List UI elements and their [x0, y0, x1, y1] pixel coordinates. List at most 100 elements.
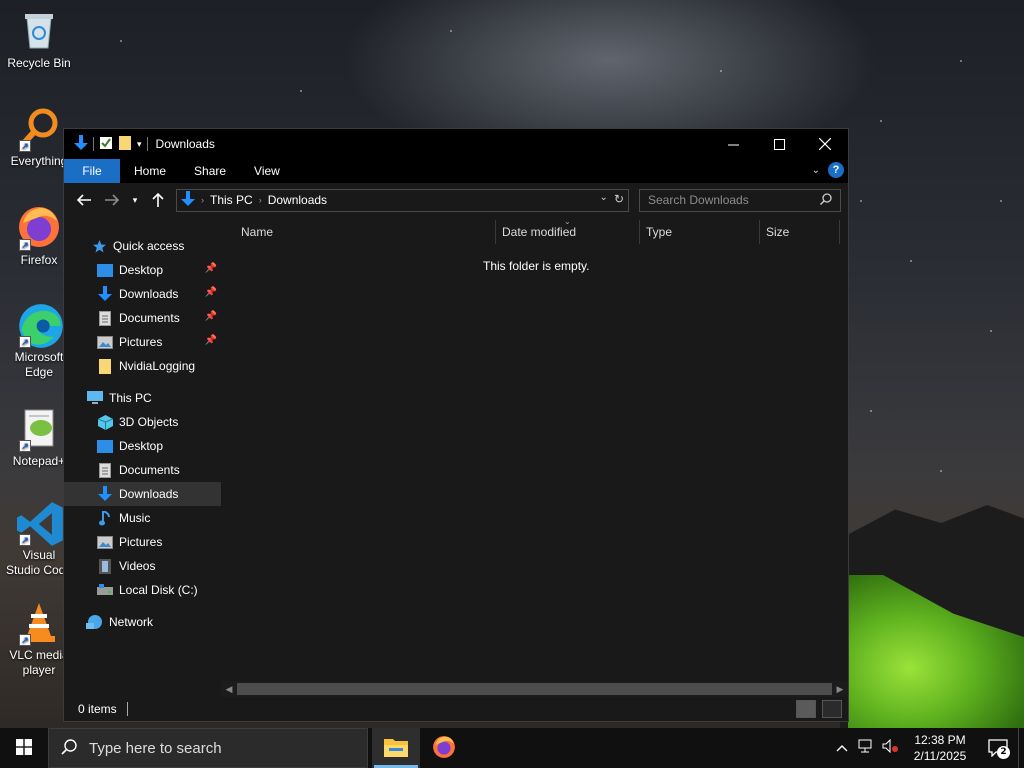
clock-time: 12:38 PM: [914, 733, 966, 747]
breadcrumb-downloads[interactable]: Downloads: [268, 193, 327, 207]
details-view-button[interactable]: [796, 700, 816, 718]
tab-view[interactable]: View: [240, 159, 294, 183]
nav-network[interactable]: Network: [64, 610, 221, 634]
large-icons-view-button[interactable]: [822, 700, 842, 718]
notification-count: 2: [997, 746, 1010, 759]
back-button[interactable]: [72, 188, 96, 212]
scrollbar-thumb[interactable]: [237, 683, 832, 695]
ribbon-tabs: File Home Share View ⌄ ?: [64, 159, 848, 183]
maximize-button[interactable]: [756, 129, 802, 159]
up-button[interactable]: [146, 188, 170, 212]
properties-icon[interactable]: [99, 136, 113, 153]
item-count: 0 items: [78, 702, 117, 716]
vscode-icon: ↗: [17, 500, 63, 546]
tab-file[interactable]: File: [64, 159, 120, 183]
nav-quick-desktop[interactable]: Desktop 📌: [64, 258, 221, 282]
horizontal-scrollbar[interactable]: ◀ ▶: [221, 681, 848, 697]
breadcrumb-this-pc[interactable]: This PC: [210, 193, 253, 207]
title-bar[interactable]: ▾ Downloads: [64, 129, 848, 159]
search-input[interactable]: [648, 193, 818, 207]
volume-muted-icon[interactable]: [878, 738, 902, 757]
nav-this-pc[interactable]: This PC: [64, 386, 221, 410]
desktop-icon: [96, 262, 114, 278]
column-header-type[interactable]: Type: [640, 220, 760, 244]
nav-local-disk[interactable]: Local Disk (C:): [64, 578, 221, 602]
recent-locations-chevron-icon[interactable]: ▾: [128, 188, 142, 212]
address-bar[interactable]: › This PC › Downloads ⌄ ↻: [176, 188, 629, 212]
scroll-right-icon[interactable]: ▶: [832, 684, 848, 695]
nav-pc-documents[interactable]: Documents: [64, 458, 221, 482]
scroll-left-icon[interactable]: ◀: [221, 684, 237, 695]
clock[interactable]: 12:38 PM 2/11/2025: [902, 732, 978, 764]
nav-quick-access[interactable]: Quick access: [64, 234, 221, 258]
nav-pc-music[interactable]: Music: [64, 506, 221, 530]
pin-icon: 📌: [204, 263, 217, 274]
close-button[interactable]: [802, 129, 848, 159]
network-status-icon[interactable]: [854, 739, 878, 757]
system-tray: 12:38 PM 2/11/2025 2: [830, 728, 1024, 768]
refresh-icon[interactable]: ↻: [614, 192, 624, 206]
help-icon[interactable]: ?: [828, 162, 844, 178]
magnifier-icon: ↗: [17, 106, 61, 152]
music-note-icon: [96, 510, 114, 526]
quick-access-toolbar: ▾: [64, 134, 148, 154]
taskbar: Type here to search 12:38 PM 2/11/2025 2: [0, 728, 1024, 768]
desktop-icon-recycle-bin[interactable]: Recycle Bin: [0, 8, 78, 71]
pin-icon: 📌: [204, 311, 217, 322]
new-folder-icon[interactable]: [118, 135, 132, 154]
search-icon: [820, 192, 832, 208]
film-icon: [96, 558, 114, 574]
download-arrow-icon: [96, 286, 114, 302]
breadcrumb-separator-icon: ›: [201, 195, 204, 205]
taskbar-search-box[interactable]: Type here to search: [48, 728, 368, 768]
column-headers: Name ⌄ Date modified Type Size: [221, 217, 848, 247]
file-explorer-window: ▾ Downloads File Home Share View ⌄ ? ▾ ›…: [63, 128, 849, 722]
customize-qat-icon[interactable]: ▾: [137, 139, 142, 150]
pin-icon: 📌: [204, 287, 217, 298]
status-bar: 0 items: [64, 697, 848, 721]
nav-quick-downloads[interactable]: Downloads 📌: [64, 282, 221, 306]
download-arrow-icon: [74, 134, 88, 154]
pictures-icon: [96, 534, 114, 550]
notepad-icon: ↗: [17, 406, 61, 452]
column-header-size[interactable]: Size: [760, 220, 840, 244]
search-icon: [61, 738, 77, 758]
computer-icon: [86, 390, 104, 406]
desktop-icon: [96, 438, 114, 454]
show-hidden-icons-chevron-icon[interactable]: [830, 741, 854, 756]
windows-logo-icon: [16, 738, 32, 758]
taskbar-firefox[interactable]: [420, 728, 468, 768]
tab-share[interactable]: Share: [180, 159, 240, 183]
folder-icon: [96, 358, 114, 374]
folder-icon: [384, 737, 408, 760]
tab-home[interactable]: Home: [120, 159, 180, 183]
nav-quick-nvidialogging[interactable]: NvidiaLogging: [64, 354, 221, 378]
action-center-button[interactable]: 2: [978, 739, 1018, 759]
recycle-bin-icon: [17, 8, 61, 52]
start-button[interactable]: [0, 728, 48, 768]
nav-pc-downloads[interactable]: Downloads: [64, 482, 221, 506]
column-header-date-modified[interactable]: ⌄ Date modified: [496, 217, 640, 244]
nav-quick-documents[interactable]: Documents 📌: [64, 306, 221, 330]
forward-button[interactable]: [100, 188, 124, 212]
expand-ribbon-chevron-icon[interactable]: ⌄: [812, 165, 820, 176]
navigation-pane: Quick access Desktop 📌 Downloads 📌 Docum…: [64, 217, 221, 697]
show-desktop-button[interactable]: [1018, 728, 1024, 768]
nav-quick-pictures[interactable]: Pictures 📌: [64, 330, 221, 354]
search-box[interactable]: [639, 188, 841, 212]
address-history-chevron-icon[interactable]: ⌄: [600, 192, 608, 206]
column-header-name[interactable]: Name: [221, 220, 496, 244]
nav-pc-pictures[interactable]: Pictures: [64, 530, 221, 554]
navigation-bar: ▾ › This PC › Downloads ⌄ ↻: [64, 183, 848, 217]
nav-3d-objects[interactable]: 3D Objects: [64, 410, 221, 434]
minimize-button[interactable]: [710, 129, 756, 159]
nav-pc-desktop[interactable]: Desktop: [64, 434, 221, 458]
nav-pc-videos[interactable]: Videos: [64, 554, 221, 578]
desktop-icon-label: Recycle Bin: [7, 56, 71, 70]
file-list[interactable]: Name ⌄ Date modified Type Size This fold…: [221, 217, 848, 697]
notification-icon: 2: [988, 739, 1010, 759]
taskbar-file-explorer[interactable]: [372, 728, 420, 768]
clock-date: 2/11/2025: [913, 749, 967, 763]
pictures-icon: [96, 334, 114, 350]
sort-caret-icon: ⌄: [564, 217, 571, 226]
